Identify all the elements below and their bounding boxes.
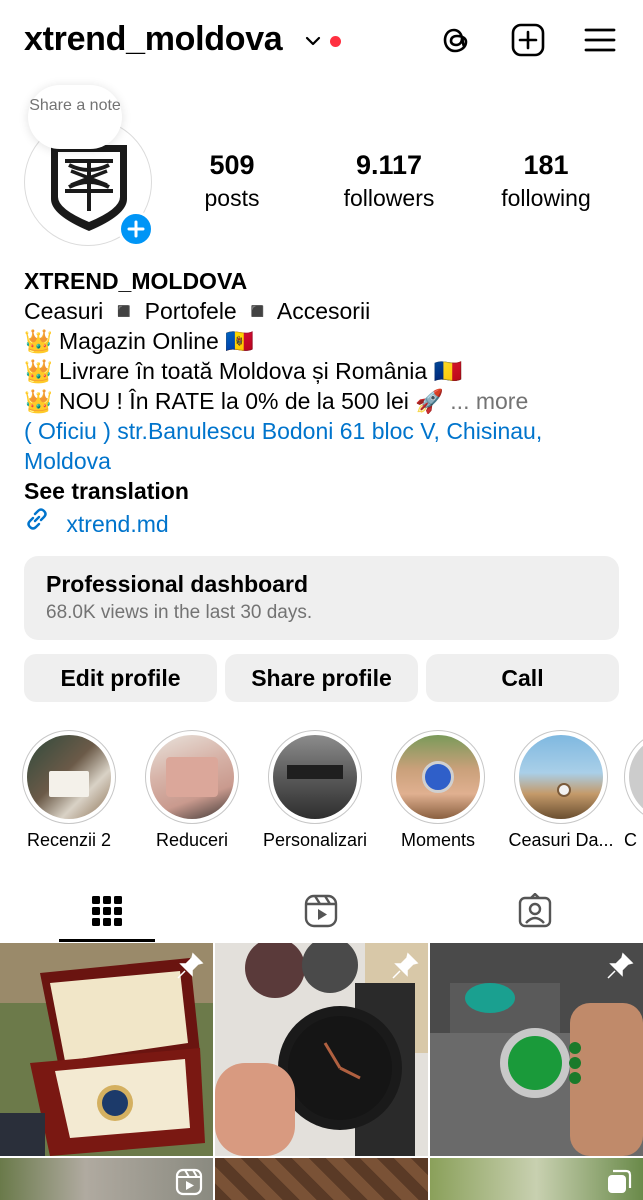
share-note-bubble[interactable]: Share a note — [28, 85, 122, 149]
bio-line-2: 👑 Magazin Online 🇲🇩 — [24, 328, 254, 354]
link-icon — [27, 508, 47, 530]
address-line-2[interactable]: Moldova — [24, 446, 624, 476]
active-tab-indicator — [59, 939, 155, 942]
posts-stat[interactable]: 509 posts — [157, 150, 307, 212]
highlight-cover — [273, 735, 357, 819]
profile-tabs — [0, 880, 643, 942]
tab-reels[interactable] — [214, 880, 428, 942]
reels-icon — [175, 1168, 203, 1196]
bio-line-4: 👑 NOU ! În RATE la 0% de la 500 lei 🚀 — [24, 388, 444, 414]
tagged-icon — [518, 893, 552, 928]
post-thumbnail[interactable] — [430, 1158, 643, 1200]
followers-stat[interactable]: 9.117 followers — [314, 150, 464, 212]
highlight-cover — [396, 735, 480, 819]
followers-count: 9.117 — [355, 150, 423, 180]
pin-icon — [390, 951, 420, 981]
highlight-cover — [150, 735, 234, 819]
highlight-item[interactable]: Moments — [378, 730, 498, 851]
bio-line-3: 👑 Livrare în toată Moldova și România 🇷🇴 — [24, 358, 463, 384]
website-link-text: xtrend.md — [66, 511, 169, 537]
see-translation-link[interactable]: See translation — [24, 476, 624, 506]
post-thumbnail[interactable] — [215, 1158, 428, 1200]
website-link[interactable]: xtrend.md — [24, 506, 624, 539]
bio-line-4-row: 👑 NOU ! În RATE la 0% de la 500 lei 🚀 ..… — [24, 386, 624, 416]
posts-label: posts — [204, 185, 260, 211]
menu-icon[interactable] — [582, 22, 618, 58]
more-link[interactable]: ... more — [450, 388, 528, 414]
highlight-label: C — [624, 830, 637, 850]
tab-posts-grid[interactable] — [0, 880, 214, 942]
new-post-icon[interactable] — [510, 22, 546, 58]
highlight-label: Reduceri — [155, 830, 229, 850]
chevron-down-icon[interactable] — [305, 33, 321, 49]
following-count: 181 — [523, 150, 569, 180]
post-thumbnail[interactable] — [430, 943, 643, 1156]
carousel-icon — [605, 1168, 633, 1196]
pin-icon — [175, 951, 205, 981]
pin-icon — [605, 951, 635, 981]
profile-name: XTREND_MOLDOVA — [24, 268, 248, 294]
highlight-item[interactable]: Personalizari — [255, 730, 375, 851]
posts-count: 509 — [209, 150, 255, 180]
share-profile-button[interactable]: Share profile — [225, 654, 418, 702]
grid-icon — [92, 896, 122, 926]
highlight-item[interactable]: C — [624, 730, 643, 851]
threads-icon[interactable] — [438, 22, 474, 58]
following-label: following — [501, 185, 591, 211]
add-story-button[interactable] — [118, 211, 154, 247]
tab-tagged[interactable] — [428, 880, 642, 942]
post-thumbnail[interactable] — [0, 943, 213, 1156]
highlight-label: Moments — [400, 830, 476, 850]
highlight-item[interactable]: Reduceri — [132, 730, 252, 851]
notification-dot — [330, 36, 341, 47]
highlight-cover — [27, 735, 111, 819]
bio-line-1: Ceasuri ◾ Portofele ◾ Accesorii — [24, 298, 371, 324]
dashboard-title: Professional dashboard — [46, 571, 309, 597]
highlight-label: Recenzii 2 — [26, 830, 112, 850]
highlight-item[interactable]: Ceasuri Da... — [501, 730, 621, 851]
account-username[interactable]: xtrend_moldova — [24, 20, 283, 59]
highlight-cover — [629, 735, 643, 819]
reels-icon — [304, 894, 338, 928]
post-thumbnail[interactable] — [215, 943, 428, 1156]
edit-profile-button[interactable]: Edit profile — [24, 654, 217, 702]
address-line-1[interactable]: ( Oficiu ) str.Banulescu Bodoni 61 bloc … — [24, 416, 624, 446]
highlight-label: Personalizari — [262, 830, 368, 850]
top-bar: xtrend_moldova — [0, 0, 643, 84]
following-stat[interactable]: 181 following — [471, 150, 621, 212]
dashboard-subtitle: 68.0K views in the last 30 days. — [46, 602, 313, 623]
followers-label: followers — [343, 185, 435, 211]
highlight-label: Ceasuri Da... — [508, 830, 614, 850]
bio: XTREND_MOLDOVA Ceasuri ◾ Portofele ◾ Acc… — [24, 266, 624, 539]
call-button[interactable]: Call — [426, 654, 619, 702]
highlight-cover — [519, 735, 603, 819]
highlight-item[interactable]: Recenzii 2 — [9, 730, 129, 851]
professional-dashboard[interactable]: Professional dashboard 68.0K views in th… — [24, 556, 619, 640]
post-thumbnail[interactable] — [0, 1158, 213, 1200]
plus-icon — [127, 220, 145, 238]
